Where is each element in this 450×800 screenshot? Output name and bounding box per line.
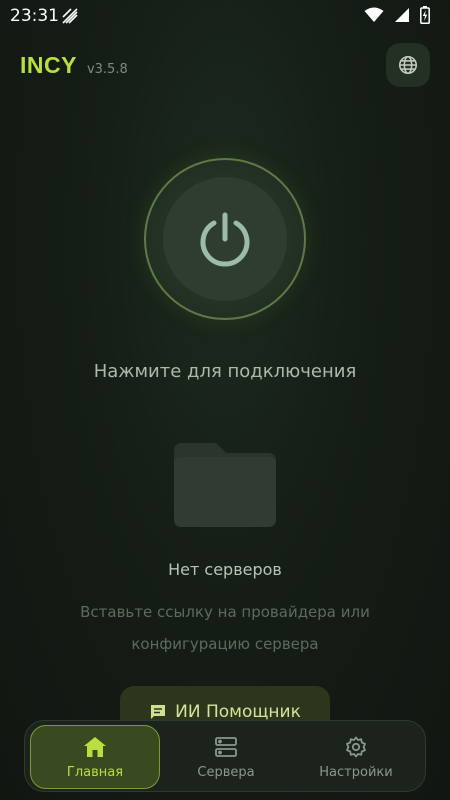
ai-assistant-label: ИИ Помощник bbox=[175, 702, 301, 722]
nav-label: Настройки bbox=[319, 764, 393, 780]
app-header: INCY v3.5.8 bbox=[20, 52, 128, 79]
home-icon bbox=[84, 736, 106, 757]
bottom-nav: Главная Сервера Настройки bbox=[24, 720, 426, 792]
chat-icon bbox=[151, 705, 166, 719]
settings-icon bbox=[346, 736, 366, 757]
nav-label: Сервера bbox=[197, 764, 255, 780]
app-version: v3.5.8 bbox=[86, 62, 128, 77]
empty-description: Вставьте ссылку на провайдера или конфиг… bbox=[80, 603, 370, 653]
servers-icon bbox=[215, 736, 237, 757]
battery-icon bbox=[420, 6, 430, 24]
connect-hint: Нажмите для подключения bbox=[93, 361, 357, 382]
globe-icon bbox=[398, 55, 418, 75]
status-bar: 23:31 bbox=[0, 0, 450, 32]
nav-item-settings[interactable]: Настройки bbox=[291, 725, 421, 789]
empty-title: Нет серверов bbox=[168, 560, 282, 579]
wifi-icon bbox=[364, 7, 384, 22]
nav-item-servers[interactable]: Сервера bbox=[161, 725, 291, 789]
status-time: 23:31 bbox=[10, 6, 59, 26]
status-icons bbox=[364, 6, 430, 24]
language-button[interactable] bbox=[386, 43, 430, 87]
power-button[interactable] bbox=[144, 158, 306, 320]
folder-icon bbox=[174, 443, 276, 527]
data-saver-icon bbox=[62, 8, 78, 24]
app-title: INCY bbox=[20, 52, 77, 78]
signal-icon bbox=[395, 8, 409, 22]
power-icon bbox=[200, 212, 250, 267]
power-button-inner bbox=[163, 177, 287, 301]
nav-label: Главная bbox=[66, 764, 124, 780]
nav-item-home[interactable]: Главная bbox=[30, 725, 160, 789]
